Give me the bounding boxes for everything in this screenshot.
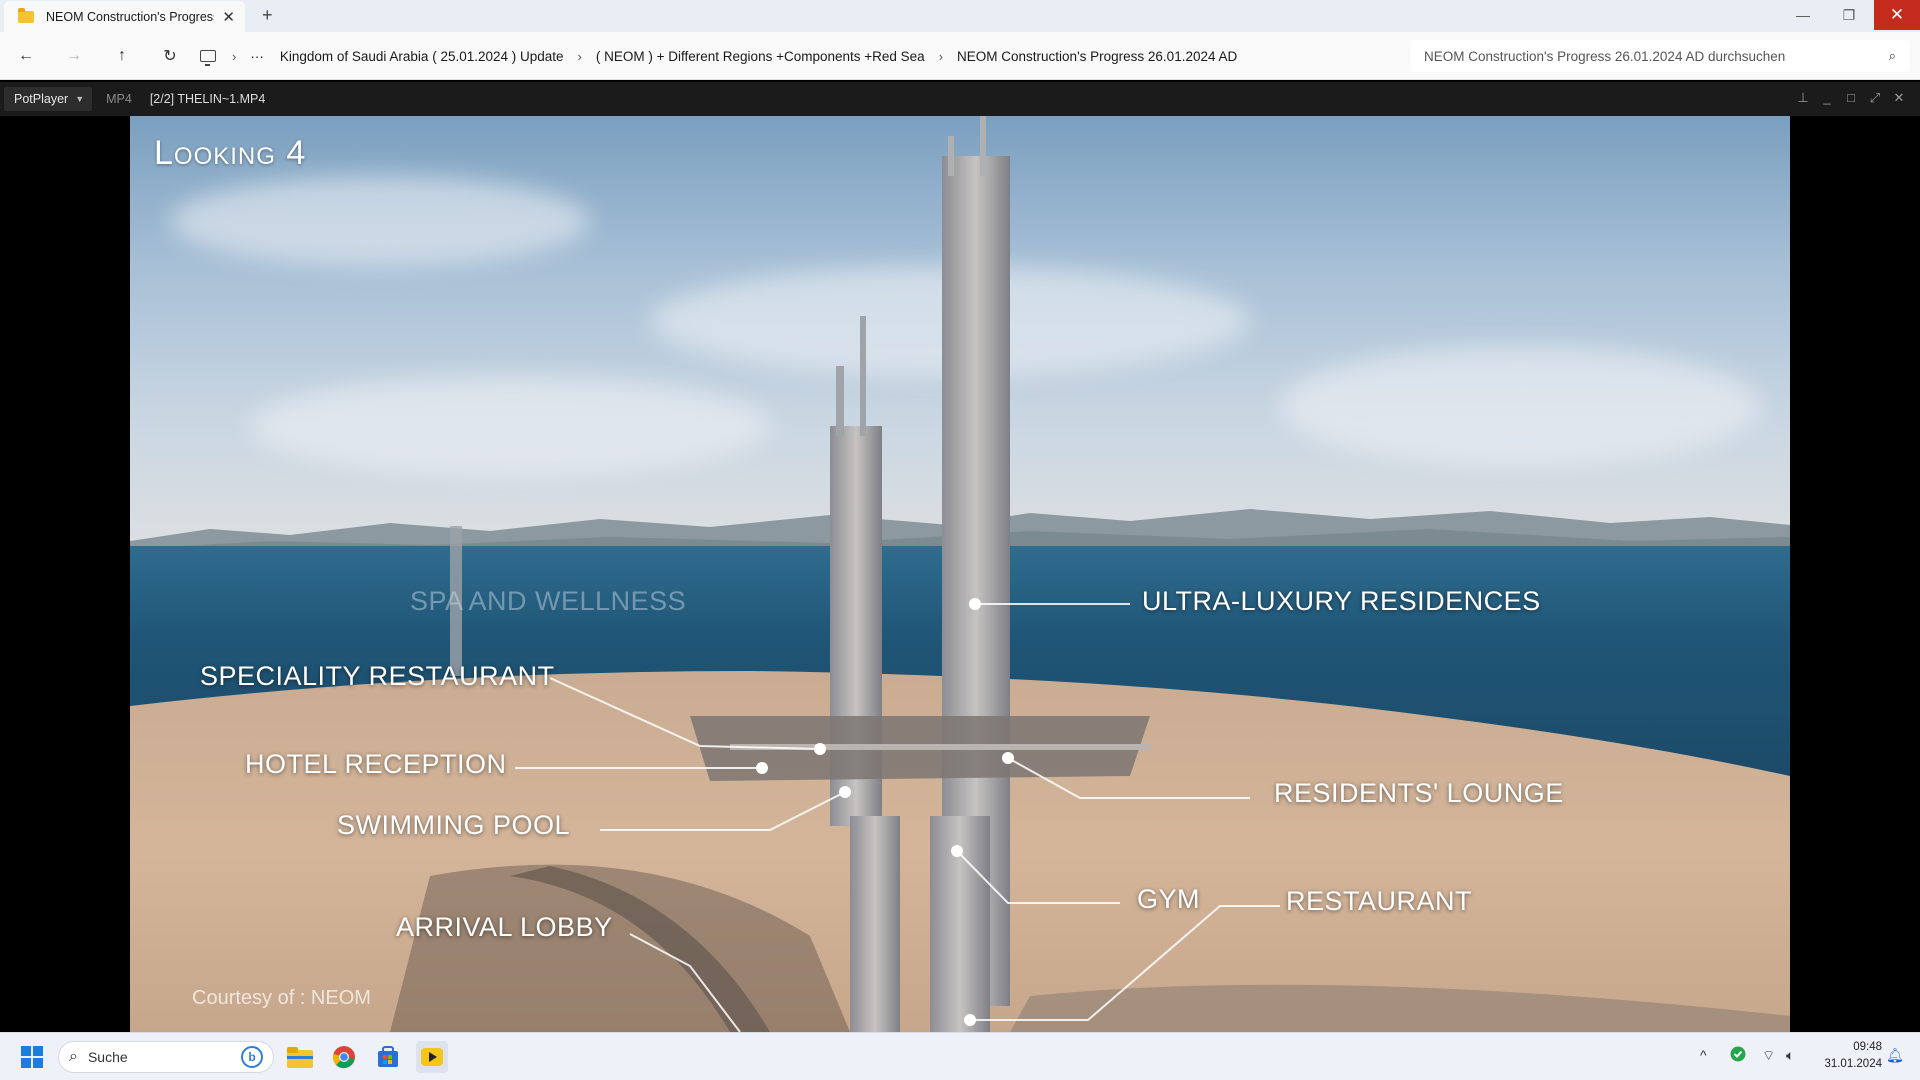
windows-start-icon[interactable] xyxy=(16,1041,48,1073)
folder-search-input[interactable]: NEOM Construction's Progress 26.01.2024 … xyxy=(1410,40,1910,72)
player-title-bar: PotPlayer ▼ MP4 [2/2] THELIN~1.MP4 ⊥ _ □… xyxy=(0,82,1920,116)
label-ultra-luxury-residences: ULTRA-LUXURY RESIDENCES xyxy=(1142,586,1541,616)
chevron-right-icon[interactable]: › xyxy=(232,49,236,64)
label-spa-and-wellness: SPA AND WELLNESS xyxy=(410,586,687,616)
security-shield-icon[interactable] xyxy=(1730,1046,1746,1065)
player-minimize-icon[interactable]: _ xyxy=(1818,90,1836,105)
courtesy-caption: Courtesy of : NEOM xyxy=(192,987,371,1009)
taskbar: ⌕ Suche b ^ ⌔ 🔈︎ 09:48 31.01.2024 🔔︎ xyxy=(0,1032,1920,1080)
video-frame[interactable]: Looking 4 SPA AND WELLNESS ULTRA-LUXURY … xyxy=(130,116,1790,1032)
close-tab-icon[interactable]: ✕ xyxy=(222,8,235,26)
taskbar-search-input[interactable]: ⌕ Suche b xyxy=(58,1041,274,1073)
label-hotel-reception: HOTEL RECEPTION xyxy=(245,749,507,779)
callout-dot xyxy=(756,762,768,774)
video-title-overlay: Looking 4 xyxy=(154,134,307,172)
callout-dot xyxy=(1002,752,1014,764)
player-close-icon[interactable]: ✕ xyxy=(1890,90,1908,106)
search-icon: ⌕ xyxy=(69,1048,78,1065)
player-maximize-icon[interactable]: □ xyxy=(1842,90,1860,105)
bing-icon[interactable]: b xyxy=(241,1046,263,1068)
label-speciality-restaurant: SPECIALITY RESTAURANT xyxy=(200,661,555,691)
more-ellipsis-icon[interactable]: ··· xyxy=(250,49,264,64)
close-window-button[interactable]: ✕ xyxy=(1874,0,1920,30)
potplayer-menu-button[interactable]: PotPlayer ▼ xyxy=(4,87,93,111)
breadcrumb-item-3[interactable]: NEOM Construction's Progress 26.01.2024 … xyxy=(957,49,1237,64)
callout-dot xyxy=(969,598,981,610)
notification-bell-icon[interactable]: 🔔︎ xyxy=(1886,1047,1904,1064)
file-format: MP4 xyxy=(106,92,132,106)
potplayer-window: PotPlayer ▼ MP4 [2/2] THELIN~1.MP4 ⊥ _ □… xyxy=(0,82,1920,1032)
this-pc-icon[interactable] xyxy=(200,50,216,66)
label-residents-lounge: RESIDENTS' LOUNGE xyxy=(1274,778,1564,808)
breadcrumb-item-1[interactable]: Kingdom of Saudi Arabia ( 25.01.2024 ) U… xyxy=(280,49,564,64)
chevron-up-icon[interactable]: ^ xyxy=(1700,1047,1707,1063)
file-explorer-icon[interactable] xyxy=(284,1041,316,1073)
potplayer-taskbar-icon[interactable] xyxy=(416,1041,448,1073)
search-placeholder: NEOM Construction's Progress 26.01.2024 … xyxy=(1424,48,1786,64)
restore-button[interactable]: ❐ xyxy=(1826,0,1872,30)
breadcrumb: › ··· Kingdom of Saudi Arabia ( 25.01.20… xyxy=(200,40,1400,72)
minimize-button[interactable]: — xyxy=(1780,0,1826,30)
chrome-icon[interactable] xyxy=(328,1041,360,1073)
refresh-icon[interactable]: ↻ xyxy=(158,44,182,68)
potplayer-menu-label: PotPlayer xyxy=(14,92,69,106)
tab-title: NEOM Construction's Progress xyxy=(46,9,215,24)
callout-dot xyxy=(951,845,963,857)
explorer-tab[interactable]: NEOM Construction's Progress ✕ xyxy=(4,1,245,32)
microsoft-store-icon[interactable] xyxy=(372,1041,404,1073)
pin-icon[interactable]: ⊥ xyxy=(1794,90,1812,106)
label-swimming-pool: SWIMMING POOL xyxy=(337,810,571,840)
taskbar-search-label: Suche xyxy=(87,1049,128,1065)
explorer-tab-bar: NEOM Construction's Progress ✕ + — ❐ ✕ xyxy=(0,0,1920,32)
new-tab-button[interactable]: + xyxy=(262,5,273,26)
chevron-right-icon[interactable]: › xyxy=(578,49,582,64)
fullscreen-icon[interactable]: ⤢ xyxy=(1866,90,1884,106)
search-icon: ⌕ xyxy=(1888,48,1896,63)
callout-dot xyxy=(964,1014,976,1026)
clock-time: 09:48 xyxy=(1853,1041,1882,1053)
up-arrow-icon[interactable]: ↑ xyxy=(110,44,134,68)
forward-arrow-icon[interactable]: → xyxy=(62,44,86,68)
callout-dot xyxy=(814,743,826,755)
clock-date: 31.01.2024 xyxy=(1824,1058,1882,1070)
file-name: [2/2] THELIN~1.MP4 xyxy=(149,92,266,106)
label-restaurant: RESTAURANT xyxy=(1286,886,1473,916)
breadcrumb-item-2[interactable]: ( NEOM ) + Different Regions +Components… xyxy=(596,49,925,64)
address-bar: ← → ↑ ↻ › ··· Kingdom of Saudi Arabia ( … xyxy=(0,32,1920,80)
callout-dot xyxy=(839,786,851,798)
label-gym: GYM xyxy=(1137,884,1201,914)
chevron-right-icon[interactable]: › xyxy=(939,49,943,64)
callout-lines xyxy=(515,598,1280,1032)
back-arrow-icon[interactable]: ← xyxy=(14,44,38,68)
volume-icon[interactable]: 🔈︎ xyxy=(1786,1047,1794,1064)
chevron-down-icon: ▼ xyxy=(75,94,85,104)
folder-icon xyxy=(18,7,34,23)
wifi-icon[interactable]: ⌔ xyxy=(1762,1047,1775,1065)
label-arrival-lobby: ARRIVAL LOBBY xyxy=(396,912,613,942)
system-clock[interactable]: 09:48 31.01.2024 xyxy=(1812,1039,1882,1073)
